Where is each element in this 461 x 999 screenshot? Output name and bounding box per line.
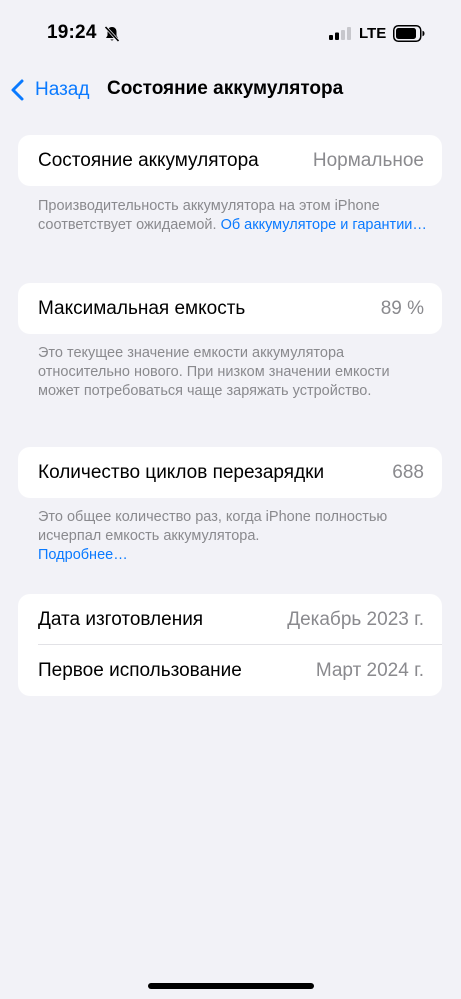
first-use-value: Март 2024 г. <box>315 659 424 681</box>
cycle-count-footnote: Это общее количество раз, когда iPhone п… <box>38 508 428 565</box>
first-use-label: Первое использование <box>38 659 242 681</box>
max-capacity-label: Максимальная емкость <box>38 297 246 319</box>
cycle-count-row: Количество циклов перезарядки 688 <box>18 447 442 498</box>
cycle-count-value: 688 <box>392 461 424 483</box>
cycle-count-card: Количество циклов перезарядки 688 <box>18 447 442 498</box>
back-button-label: Назад <box>35 79 90 100</box>
network-type: LTE <box>359 25 387 42</box>
battery-health-row: Состояние аккумулятора Нормальное <box>18 135 442 186</box>
battery-warranty-link[interactable]: Об аккумуляторе и гарантии… <box>221 217 427 233</box>
page-title: Состояние аккумулятора <box>107 78 344 99</box>
manufacture-date-label: Дата изготовления <box>38 608 204 630</box>
max-capacity-note-text: Это текущее значение емкости аккумулятор… <box>38 345 390 399</box>
max-capacity-card: Максимальная емкость 89 % <box>18 283 442 334</box>
max-capacity-footnote: Это текущее значение емкости аккумулятор… <box>38 344 428 401</box>
bell-slash-icon <box>104 25 120 43</box>
cycle-count-label: Количество циклов перезарядки <box>38 461 325 483</box>
navigation-bar: Назад Состояние аккумулятора <box>0 70 461 110</box>
manufacture-date-row: Дата изготовления Декабрь 2023 г. <box>18 594 442 645</box>
status-time: 19:24 <box>47 22 97 43</box>
signal-icon <box>329 27 351 40</box>
status-bar: 19:24 LTE <box>0 0 461 66</box>
dates-card: Дата изготовления Декабрь 2023 г. Первое… <box>18 594 442 696</box>
manufacture-date-value: Декабрь 2023 г. <box>287 608 424 630</box>
back-button[interactable]: Назад <box>10 76 89 104</box>
first-use-row: Первое использование Март 2024 г. <box>18 645 442 696</box>
more-info-link[interactable]: Подробнее… <box>38 547 128 563</box>
chevron-left-icon <box>11 79 24 101</box>
battery-health-card: Состояние аккумулятора Нормальное <box>18 135 442 186</box>
battery-health-footnote: Производительность аккумулятора на этом … <box>38 197 428 235</box>
battery-health-value: Нормальное <box>312 149 424 171</box>
home-indicator[interactable] <box>148 983 314 989</box>
cycle-count-note-text: Это общее количество раз, когда iPhone п… <box>38 509 388 544</box>
battery-health-label: Состояние аккумулятора <box>38 149 259 171</box>
battery-icon <box>393 25 425 42</box>
max-capacity-value: 89 % <box>380 297 424 319</box>
max-capacity-row: Максимальная емкость 89 % <box>18 283 442 334</box>
